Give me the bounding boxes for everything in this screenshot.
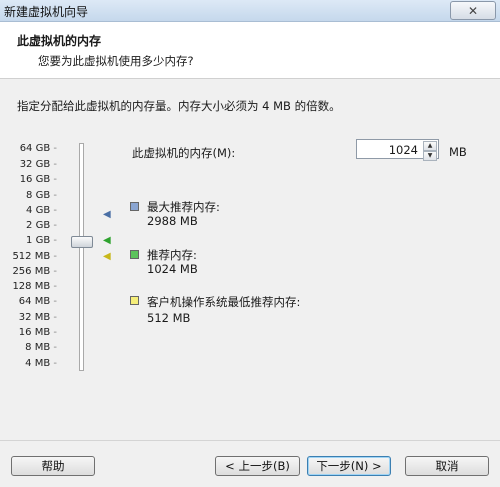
recommended-square-icon [130, 250, 139, 259]
recommended-marker-icon: ◀ [103, 235, 111, 246]
scale-label: 16 GB [20, 174, 57, 186]
next-button[interactable]: 下一步(N) > [307, 456, 391, 476]
spin-up-icon[interactable]: ▲ [423, 141, 437, 151]
memory-spinbox[interactable]: 1024 ▲ ▼ [356, 139, 439, 161]
back-button[interactable]: < 上一步(B) [215, 456, 300, 476]
min-recommended-value: 512 MB [147, 311, 191, 325]
min-recommended-square-icon [130, 296, 139, 305]
close-icon: ✕ [467, 3, 479, 18]
scale-label: 32 MB [19, 312, 57, 324]
page-subtitle: 您要为此虚拟机使用多少内存? [38, 54, 194, 68]
recommended-title: 推荐内存: [147, 248, 197, 262]
scale-label: 64 GB [20, 143, 57, 155]
page-title: 此虚拟机的内存 [17, 34, 102, 48]
memory-unit: MB [449, 145, 467, 159]
footer-divider [0, 440, 500, 441]
scale-label: 8 MB [25, 342, 57, 354]
title-bar: 新建虚拟机向导 ✕ [0, 0, 500, 22]
scale-label: 16 MB [19, 327, 57, 339]
scale-label: 4 GB [26, 205, 57, 217]
max-recommended-marker-icon: ◀ [103, 209, 111, 220]
instruction-text: 指定分配给此虚拟机的内存量。内存大小必须为 4 MB 的倍数。 [17, 99, 341, 113]
scale-label: 128 MB [12, 281, 57, 293]
min-recommended-marker-icon: ◀ [103, 251, 111, 262]
scale-label: 256 MB [12, 266, 57, 278]
scale-label: 4 MB [25, 358, 57, 370]
min-recommended-title: 客户机操作系统最低推荐内存: [147, 295, 301, 309]
memory-slider-track[interactable] [79, 143, 84, 371]
scale-label: 32 GB [20, 159, 57, 171]
memory-slider-thumb[interactable] [71, 236, 93, 248]
close-button[interactable]: ✕ [450, 1, 496, 20]
scale-label: 2 GB [26, 220, 57, 232]
window-title: 新建虚拟机向导 [4, 5, 89, 19]
spin-arrows[interactable]: ▲ ▼ [423, 141, 437, 161]
wizard-header: 此虚拟机的内存 您要为此虚拟机使用多少内存? [0, 22, 500, 79]
help-button[interactable]: 帮助 [11, 456, 95, 476]
scale-label: 64 MB [19, 296, 57, 308]
max-recommended-value: 2988 MB [147, 214, 198, 228]
spin-down-icon[interactable]: ▼ [423, 151, 437, 161]
scale-label: 512 MB [12, 251, 57, 263]
memory-label: 此虚拟机的内存(M): [132, 146, 236, 160]
max-recommended-square-icon [130, 202, 139, 211]
max-recommended-title: 最大推荐内存: [147, 200, 220, 214]
cancel-button[interactable]: 取消 [405, 456, 489, 476]
memory-input[interactable]: 1024 [389, 143, 418, 157]
scale-label: 8 GB [26, 190, 57, 202]
scale-label: 1 GB [26, 235, 57, 247]
recommended-value: 1024 MB [147, 262, 198, 276]
